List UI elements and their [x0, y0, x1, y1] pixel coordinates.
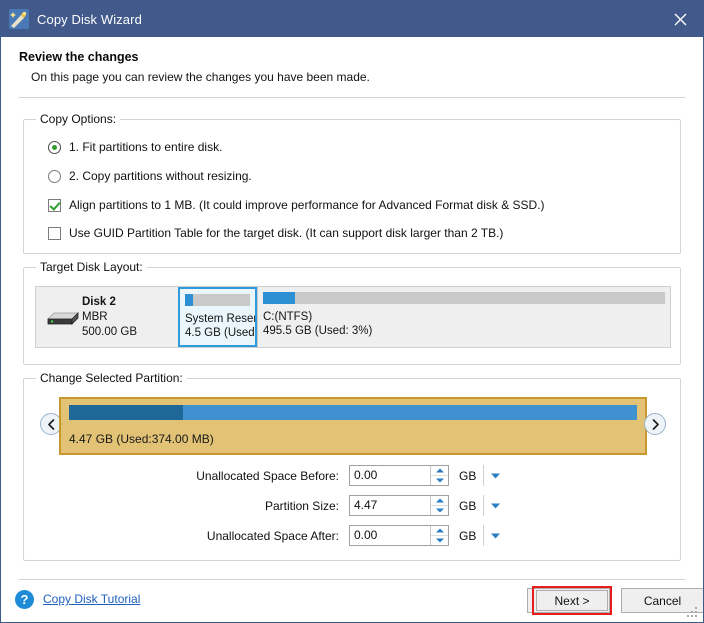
next-button[interactable]: Next > — [536, 590, 608, 611]
disk-layout-panel: Disk 2 MBR 500.00 GB System Reser 4.5 GB… — [35, 286, 671, 348]
copy-options-group: Copy Options: 1. Fit partitions to entir… — [23, 119, 681, 254]
page-subtitle: On this page you can review the changes … — [31, 69, 703, 85]
partition-detail: 495.5 GB (Used: 3%) — [263, 324, 665, 338]
page-header: Review the changes On this page you can … — [1, 37, 703, 85]
option-fit-partitions[interactable]: 1. Fit partitions to entire disk. — [48, 140, 222, 154]
disk-info: Disk 2 MBR 500.00 GB — [36, 287, 178, 347]
unallocated-space-after-input[interactable]: 0.00 — [350, 526, 430, 545]
unit-label: GB — [449, 529, 483, 543]
unit-dropdown-before-chevron-down-icon[interactable] — [483, 465, 506, 486]
spinner-up-icon[interactable] — [431, 526, 448, 536]
partition-usage-bar — [185, 294, 250, 306]
field-row-unallocated-before: Unallocated Space Before: 0.00 GB — [24, 465, 680, 486]
spinner-down-icon[interactable] — [431, 476, 448, 485]
spinner-down-icon[interactable] — [431, 536, 448, 545]
help-question-icon[interactable]: ? — [15, 590, 34, 609]
copy-disk-wizard-window: Copy Disk Wizard Review the changes On t… — [0, 0, 704, 623]
spinner-up-icon[interactable] — [431, 496, 448, 506]
partition-detail: 4.5 GB (Used: — [185, 326, 250, 340]
option-label: Align partitions to 1 MB. (It could impr… — [69, 198, 545, 212]
option-label: 2. Copy partitions without resizing. — [69, 169, 252, 183]
footer-divider — [19, 579, 685, 580]
hard-disk-icon — [42, 307, 82, 327]
disk-scheme: MBR — [82, 310, 137, 325]
field-row-unallocated-after: Unallocated Space After: 0.00 GB — [24, 525, 680, 546]
spinner-buttons[interactable] — [430, 466, 448, 485]
selected-partition-usage-bar — [69, 405, 637, 420]
partition-size-spinner[interactable]: 4.47 — [349, 495, 449, 516]
spinner-down-icon[interactable] — [431, 506, 448, 515]
option-label: 1. Fit partitions to entire disk. — [69, 140, 222, 154]
field-row-partition-size: Partition Size: 4.47 GB — [24, 495, 680, 516]
option-copy-without-resizing[interactable]: 2. Copy partitions without resizing. — [48, 169, 252, 183]
unit-label: GB — [449, 499, 483, 513]
option-use-gpt[interactable]: Use GUID Partition Table for the target … — [48, 226, 503, 240]
unallocated-space-after-spinner[interactable]: 0.00 — [349, 525, 449, 546]
selected-partition-strip-wrap: 4.47 GB (Used:374.00 MB) — [34, 397, 672, 457]
title-bar: Copy Disk Wizard — [1, 1, 703, 37]
option-align-partitions[interactable]: Align partitions to 1 MB. (It could impr… — [48, 198, 545, 212]
resize-grip[interactable] — [687, 607, 699, 619]
partition-system-reserved[interactable]: System Reser 4.5 GB (Used: — [178, 287, 257, 347]
unallocated-space-before-spinner[interactable]: 0.00 — [349, 465, 449, 486]
partition-name: System Reser — [185, 312, 250, 326]
unallocated-space-before-input[interactable]: 0.00 — [350, 466, 430, 485]
checkbox-align-partitions[interactable] — [48, 199, 61, 212]
svg-text:?: ? — [21, 592, 29, 607]
target-disk-layout-group: Target Disk Layout: Disk 2 MBR 500.00 GB — [23, 267, 681, 365]
unit-dropdown-after-chevron-down-icon[interactable] — [483, 525, 506, 546]
copy-disk-tutorial-link[interactable]: Copy Disk Tutorial — [43, 592, 140, 606]
page-title: Review the changes — [19, 49, 703, 66]
partition-usage-bar — [263, 292, 665, 304]
checkbox-use-gpt[interactable] — [48, 227, 61, 240]
copy-options-legend: Copy Options: — [36, 112, 120, 126]
selected-partition-label: 4.47 GB (Used:374.00 MB) — [69, 432, 637, 446]
field-label: Unallocated Space Before: — [24, 469, 349, 483]
partition-size-fields: Unallocated Space Before: 0.00 GB — [24, 465, 680, 555]
header-divider — [19, 97, 685, 98]
close-icon[interactable] — [657, 1, 703, 37]
window-title: Copy Disk Wizard — [37, 12, 142, 27]
partition-size-input[interactable]: 4.47 — [350, 496, 430, 515]
field-label: Unallocated Space After: — [24, 529, 349, 543]
spinner-up-icon[interactable] — [431, 466, 448, 476]
field-label: Partition Size: — [24, 499, 349, 513]
unit-dropdown-size-chevron-down-icon[interactable] — [483, 495, 506, 516]
change-selected-partition-legend: Change Selected Partition: — [36, 371, 187, 385]
partition-name: C:(NTFS) — [263, 310, 665, 324]
partition-c-ntfs[interactable]: C:(NTFS) 495.5 GB (Used: 3%) — [257, 287, 670, 347]
spinner-buttons[interactable] — [430, 526, 448, 545]
spinner-buttons[interactable] — [430, 496, 448, 515]
option-label: Use GUID Partition Table for the target … — [69, 226, 503, 240]
copy-disk-wizard-icon — [9, 9, 29, 29]
disk-capacity: 500.00 GB — [82, 325, 137, 340]
disk-meta: Disk 2 MBR 500.00 GB — [82, 295, 137, 340]
target-disk-layout-legend: Target Disk Layout: — [36, 260, 147, 274]
selected-partition-strip[interactable]: 4.47 GB (Used:374.00 MB) — [59, 397, 647, 455]
radio-fit-partitions[interactable] — [48, 141, 61, 154]
next-partition-arrow-icon[interactable] — [644, 413, 666, 435]
disk-name: Disk 2 — [82, 295, 137, 310]
radio-copy-without-resizing[interactable] — [48, 170, 61, 183]
unit-label: GB — [449, 469, 483, 483]
change-selected-partition-group: Change Selected Partition: 4.47 GB (Used… — [23, 378, 681, 561]
